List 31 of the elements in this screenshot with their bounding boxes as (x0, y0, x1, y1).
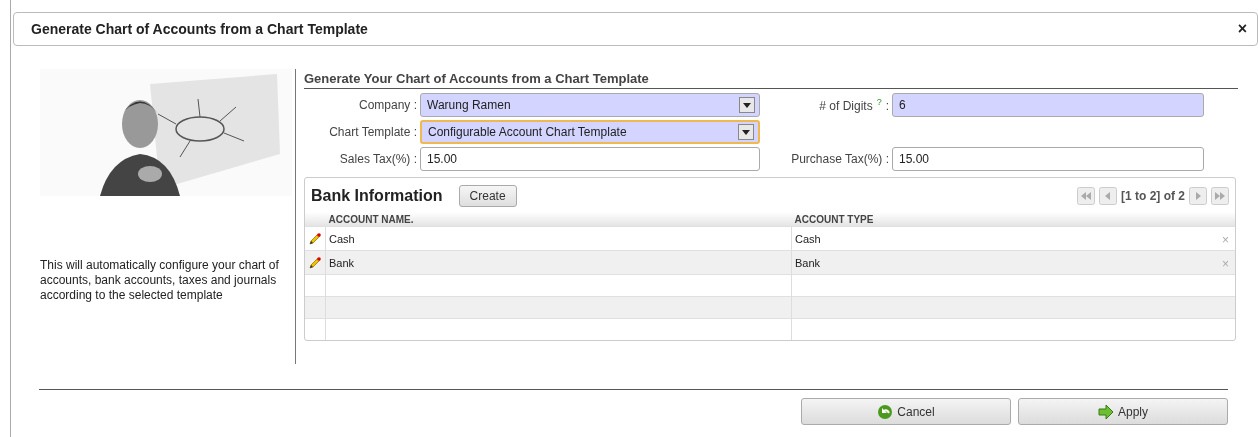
input-field[interactable]: 15.00 (420, 147, 760, 171)
field-label: Chart Template : (329, 125, 417, 139)
pencil-icon[interactable] (308, 255, 322, 270)
label-colon: : (885, 99, 889, 113)
close-button[interactable]: × (1237, 20, 1247, 38)
help-mark[interactable]: ? (876, 97, 882, 107)
column-header: ACCOUNT NAME. (328, 213, 414, 225)
field-label: Purchase Tax(%) : (791, 152, 889, 166)
section-title: Generate Your Chart of Accounts from a Chart Template (304, 71, 1238, 89)
description-text: This will automatically configure your chart of accounts, bank accounts, taxes and journals according to the selected template (40, 258, 280, 303)
field-label: # of Digits (819, 99, 873, 113)
table-cell: Bank (329, 256, 355, 269)
input-field[interactable]: 6 (892, 93, 1204, 117)
apply-button[interactable]: Apply (1018, 398, 1228, 425)
table-cell: Cash (795, 232, 821, 245)
table-cell: Cash (329, 232, 355, 245)
field-label: Sales Tax(%) : (339, 152, 417, 166)
select-field[interactable]: Configurable Account Chart Template (420, 120, 760, 144)
field-label: Company : (358, 98, 417, 112)
arrow-right-icon (1098, 403, 1114, 420)
cancel-button[interactable]: Cancel (801, 398, 1011, 425)
table-cell: Bank (795, 256, 821, 269)
dialog-title: Generate Chart of Accounts from a Chart Template (31, 21, 369, 37)
column-header: ACCOUNT TYPE (794, 213, 874, 225)
input-field[interactable]: 15.00 (892, 147, 1204, 171)
pager-text: [1 to 2] of 2 (1121, 189, 1185, 203)
panel-title: Bank Information (311, 187, 443, 205)
pencil-icon[interactable] (308, 231, 322, 246)
select-field[interactable]: Warung Ramen (420, 93, 760, 117)
create-button[interactable]: Create (458, 185, 517, 207)
undo-icon (877, 403, 894, 420)
